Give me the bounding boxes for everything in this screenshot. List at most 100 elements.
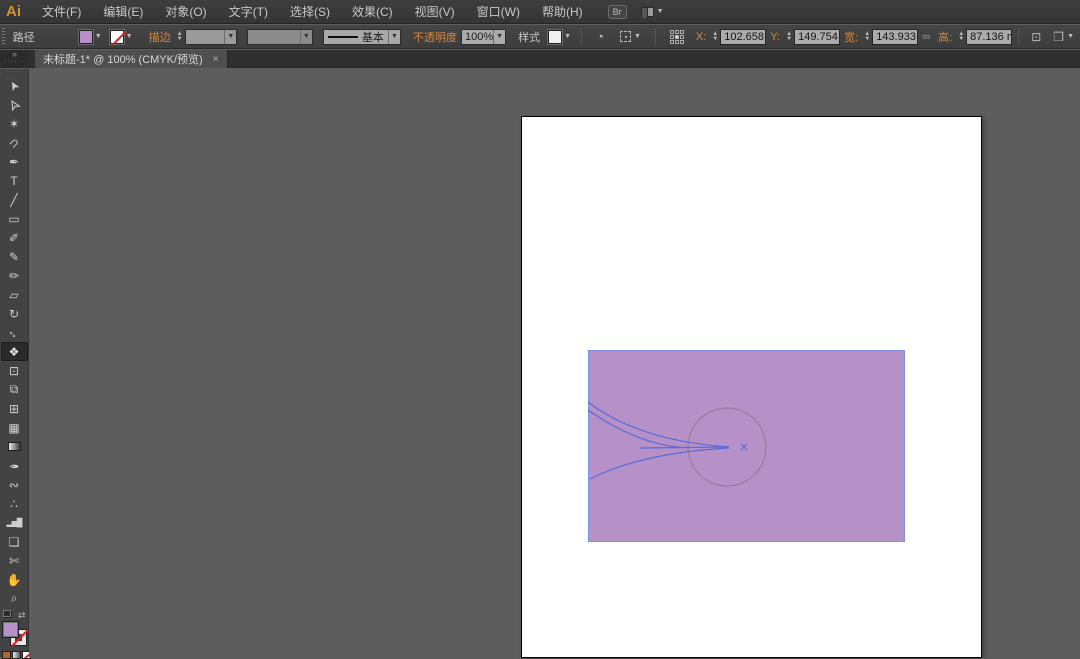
- blend-tool[interactable]: ∾: [1, 475, 28, 494]
- perspective-grid-tool[interactable]: ⊞: [1, 399, 28, 418]
- gradient-tool[interactable]: [1, 437, 28, 456]
- height-field[interactable]: 87.136 m: [966, 29, 1012, 45]
- swap-fill-stroke-icon[interactable]: ⇄: [18, 610, 26, 621]
- divider: [581, 28, 582, 46]
- eyedropper-tool[interactable]: ✒: [1, 456, 28, 475]
- close-icon[interactable]: ×: [213, 54, 219, 65]
- lasso-tool[interactable]: ⊃: [1, 133, 28, 152]
- toolbar: ·········· ➤➤✶⊃✒T╱▭✐✎✏▱↻↔❖⊡⧉⊞▦✒∾∴▂▅█❏✄✋⌕…: [0, 69, 29, 657]
- artwork-rectangle[interactable]: [588, 350, 905, 542]
- brush-definition-combo[interactable]: 基本 ▼: [323, 29, 401, 45]
- scale-icon: ↔: [5, 323, 23, 341]
- rotate-tool[interactable]: ↻: [1, 304, 28, 323]
- paintbrush-tool[interactable]: ✐: [1, 228, 28, 247]
- scale-tool[interactable]: ↔: [1, 323, 28, 342]
- column-graph-tool[interactable]: ▂▅█: [1, 513, 28, 532]
- reference-point-grid[interactable]: [670, 30, 684, 44]
- color-mode-button[interactable]: [2, 651, 11, 659]
- gradient-mode-button[interactable]: [12, 651, 21, 659]
- artboard-tool[interactable]: ❏: [1, 532, 28, 551]
- direct-selection-tool[interactable]: ➤: [1, 95, 28, 114]
- hand-icon: ✋: [7, 573, 22, 587]
- align-button[interactable]: ▼: [620, 31, 641, 42]
- menu-select[interactable]: 选择(S): [279, 0, 341, 24]
- eraser-tool[interactable]: ▱: [1, 285, 28, 304]
- opacity-combo[interactable]: 100% ▼: [461, 29, 506, 45]
- shape-builder-tool[interactable]: ⧉: [1, 380, 28, 399]
- canvas[interactable]: [29, 69, 1080, 657]
- free-transform-tool[interactable]: ⊡: [1, 361, 28, 380]
- pencil-icon: ✎: [9, 250, 19, 264]
- menu-view[interactable]: 视图(V): [404, 0, 466, 24]
- workspace-switcher-button[interactable]: ▼: [641, 7, 664, 17]
- width-icon: ❖: [9, 345, 20, 359]
- artboard[interactable]: [521, 116, 982, 658]
- divider: [655, 28, 656, 46]
- zoom-tool[interactable]: ⌕: [1, 589, 28, 608]
- mesh-tool[interactable]: ▦: [1, 418, 28, 437]
- symbol-sprayer-icon: ∴: [10, 497, 18, 511]
- fill-swatch[interactable]: [79, 30, 93, 44]
- chevron-down-icon[interactable]: ▼: [388, 30, 400, 44]
- menu-object[interactable]: 对象(O): [154, 0, 217, 24]
- style-combo[interactable]: ▼: [548, 30, 571, 44]
- isolate-selection-icon[interactable]: ⊡: [1031, 30, 1041, 44]
- constrain-proportions-icon[interactable]: ∞: [922, 31, 930, 43]
- width-tool[interactable]: ❖: [1, 342, 28, 361]
- menu-window[interactable]: 窗口(W): [466, 0, 531, 24]
- opacity-link[interactable]: 不透明度: [409, 29, 461, 45]
- chevron-down-icon[interactable]: ▼: [300, 30, 312, 44]
- toolbar-grip[interactable]: ··········: [7, 69, 22, 76]
- toolbar-collapse-button[interactable]: » ······: [0, 50, 29, 68]
- height-stepper[interactable]: ▲▼: [958, 32, 964, 42]
- panel-grip-dots: ······: [5, 58, 25, 66]
- recolor-artwork-icon[interactable]: ◔: [596, 29, 604, 44]
- x-field[interactable]: 102.658: [720, 29, 766, 45]
- bridge-button[interactable]: Br: [608, 5, 627, 19]
- select-similar-button[interactable]: ❒ ▼: [1053, 30, 1074, 44]
- style-swatch[interactable]: [548, 30, 562, 44]
- menu-help[interactable]: 帮助(H): [531, 0, 594, 24]
- blob-brush-tool[interactable]: ✏: [1, 266, 28, 285]
- magic-wand-tool[interactable]: ✶: [1, 114, 28, 133]
- document-tab[interactable]: 未标题-1* @ 100% (CMYK/预览) ×: [35, 50, 228, 68]
- stroke-color-combo[interactable]: ▼: [110, 30, 133, 44]
- eraser-icon: ▱: [9, 288, 18, 302]
- rotate-icon: ↻: [9, 307, 19, 321]
- type-tool[interactable]: T: [1, 171, 28, 190]
- default-fill-stroke-icon[interactable]: [3, 610, 12, 618]
- panel-grip[interactable]: [2, 28, 5, 46]
- hand-tool[interactable]: ✋: [1, 570, 28, 589]
- width-stepper[interactable]: ▲▼: [864, 32, 870, 42]
- rectangle-tool[interactable]: ▭: [1, 209, 28, 228]
- selection-tool[interactable]: ➤: [1, 76, 28, 95]
- stroke-link[interactable]: 描边: [145, 29, 175, 45]
- x-stepper[interactable]: ▲▼: [712, 32, 718, 42]
- pen-tool[interactable]: ✒: [1, 152, 28, 171]
- y-field[interactable]: 149.754: [794, 29, 840, 45]
- chevron-down-icon[interactable]: ▼: [224, 30, 236, 44]
- fill-color-combo[interactable]: ▼: [79, 30, 102, 44]
- width-profile-combo[interactable]: ▼: [247, 29, 312, 45]
- fill-swatch[interactable]: [2, 621, 19, 638]
- menu-edit[interactable]: 编辑(E): [92, 0, 154, 24]
- y-stepper[interactable]: ▲▼: [786, 32, 792, 42]
- pencil-tool[interactable]: ✎: [1, 247, 28, 266]
- width-field[interactable]: 143.933: [872, 29, 918, 45]
- menu-file[interactable]: 文件(F): [31, 0, 92, 24]
- stroke-weight-stepper[interactable]: ▲▼: [177, 32, 183, 42]
- swatch-area: ⇄: [0, 610, 29, 657]
- menu-effect[interactable]: 效果(C): [341, 0, 404, 24]
- slice-icon: ✄: [9, 554, 19, 568]
- symbol-sprayer-tool[interactable]: ∴: [1, 494, 28, 513]
- shape-builder-icon: ⧉: [10, 382, 19, 397]
- brush-definition-value: 基本: [362, 29, 384, 45]
- slice-tool[interactable]: ✄: [1, 551, 28, 570]
- stroke-weight-combo[interactable]: ▼: [185, 29, 238, 45]
- rectangle-icon: ▭: [8, 212, 19, 226]
- menu-type[interactable]: 文字(T): [218, 0, 279, 24]
- chevron-down-icon[interactable]: ▼: [493, 30, 505, 44]
- stroke-none-swatch[interactable]: [110, 30, 124, 44]
- main-area: ·········· ➤➤✶⊃✒T╱▭✐✎✏▱↻↔❖⊡⧉⊞▦✒∾∴▂▅█❏✄✋⌕…: [0, 69, 1080, 657]
- line-segment-tool[interactable]: ╱: [1, 190, 28, 209]
